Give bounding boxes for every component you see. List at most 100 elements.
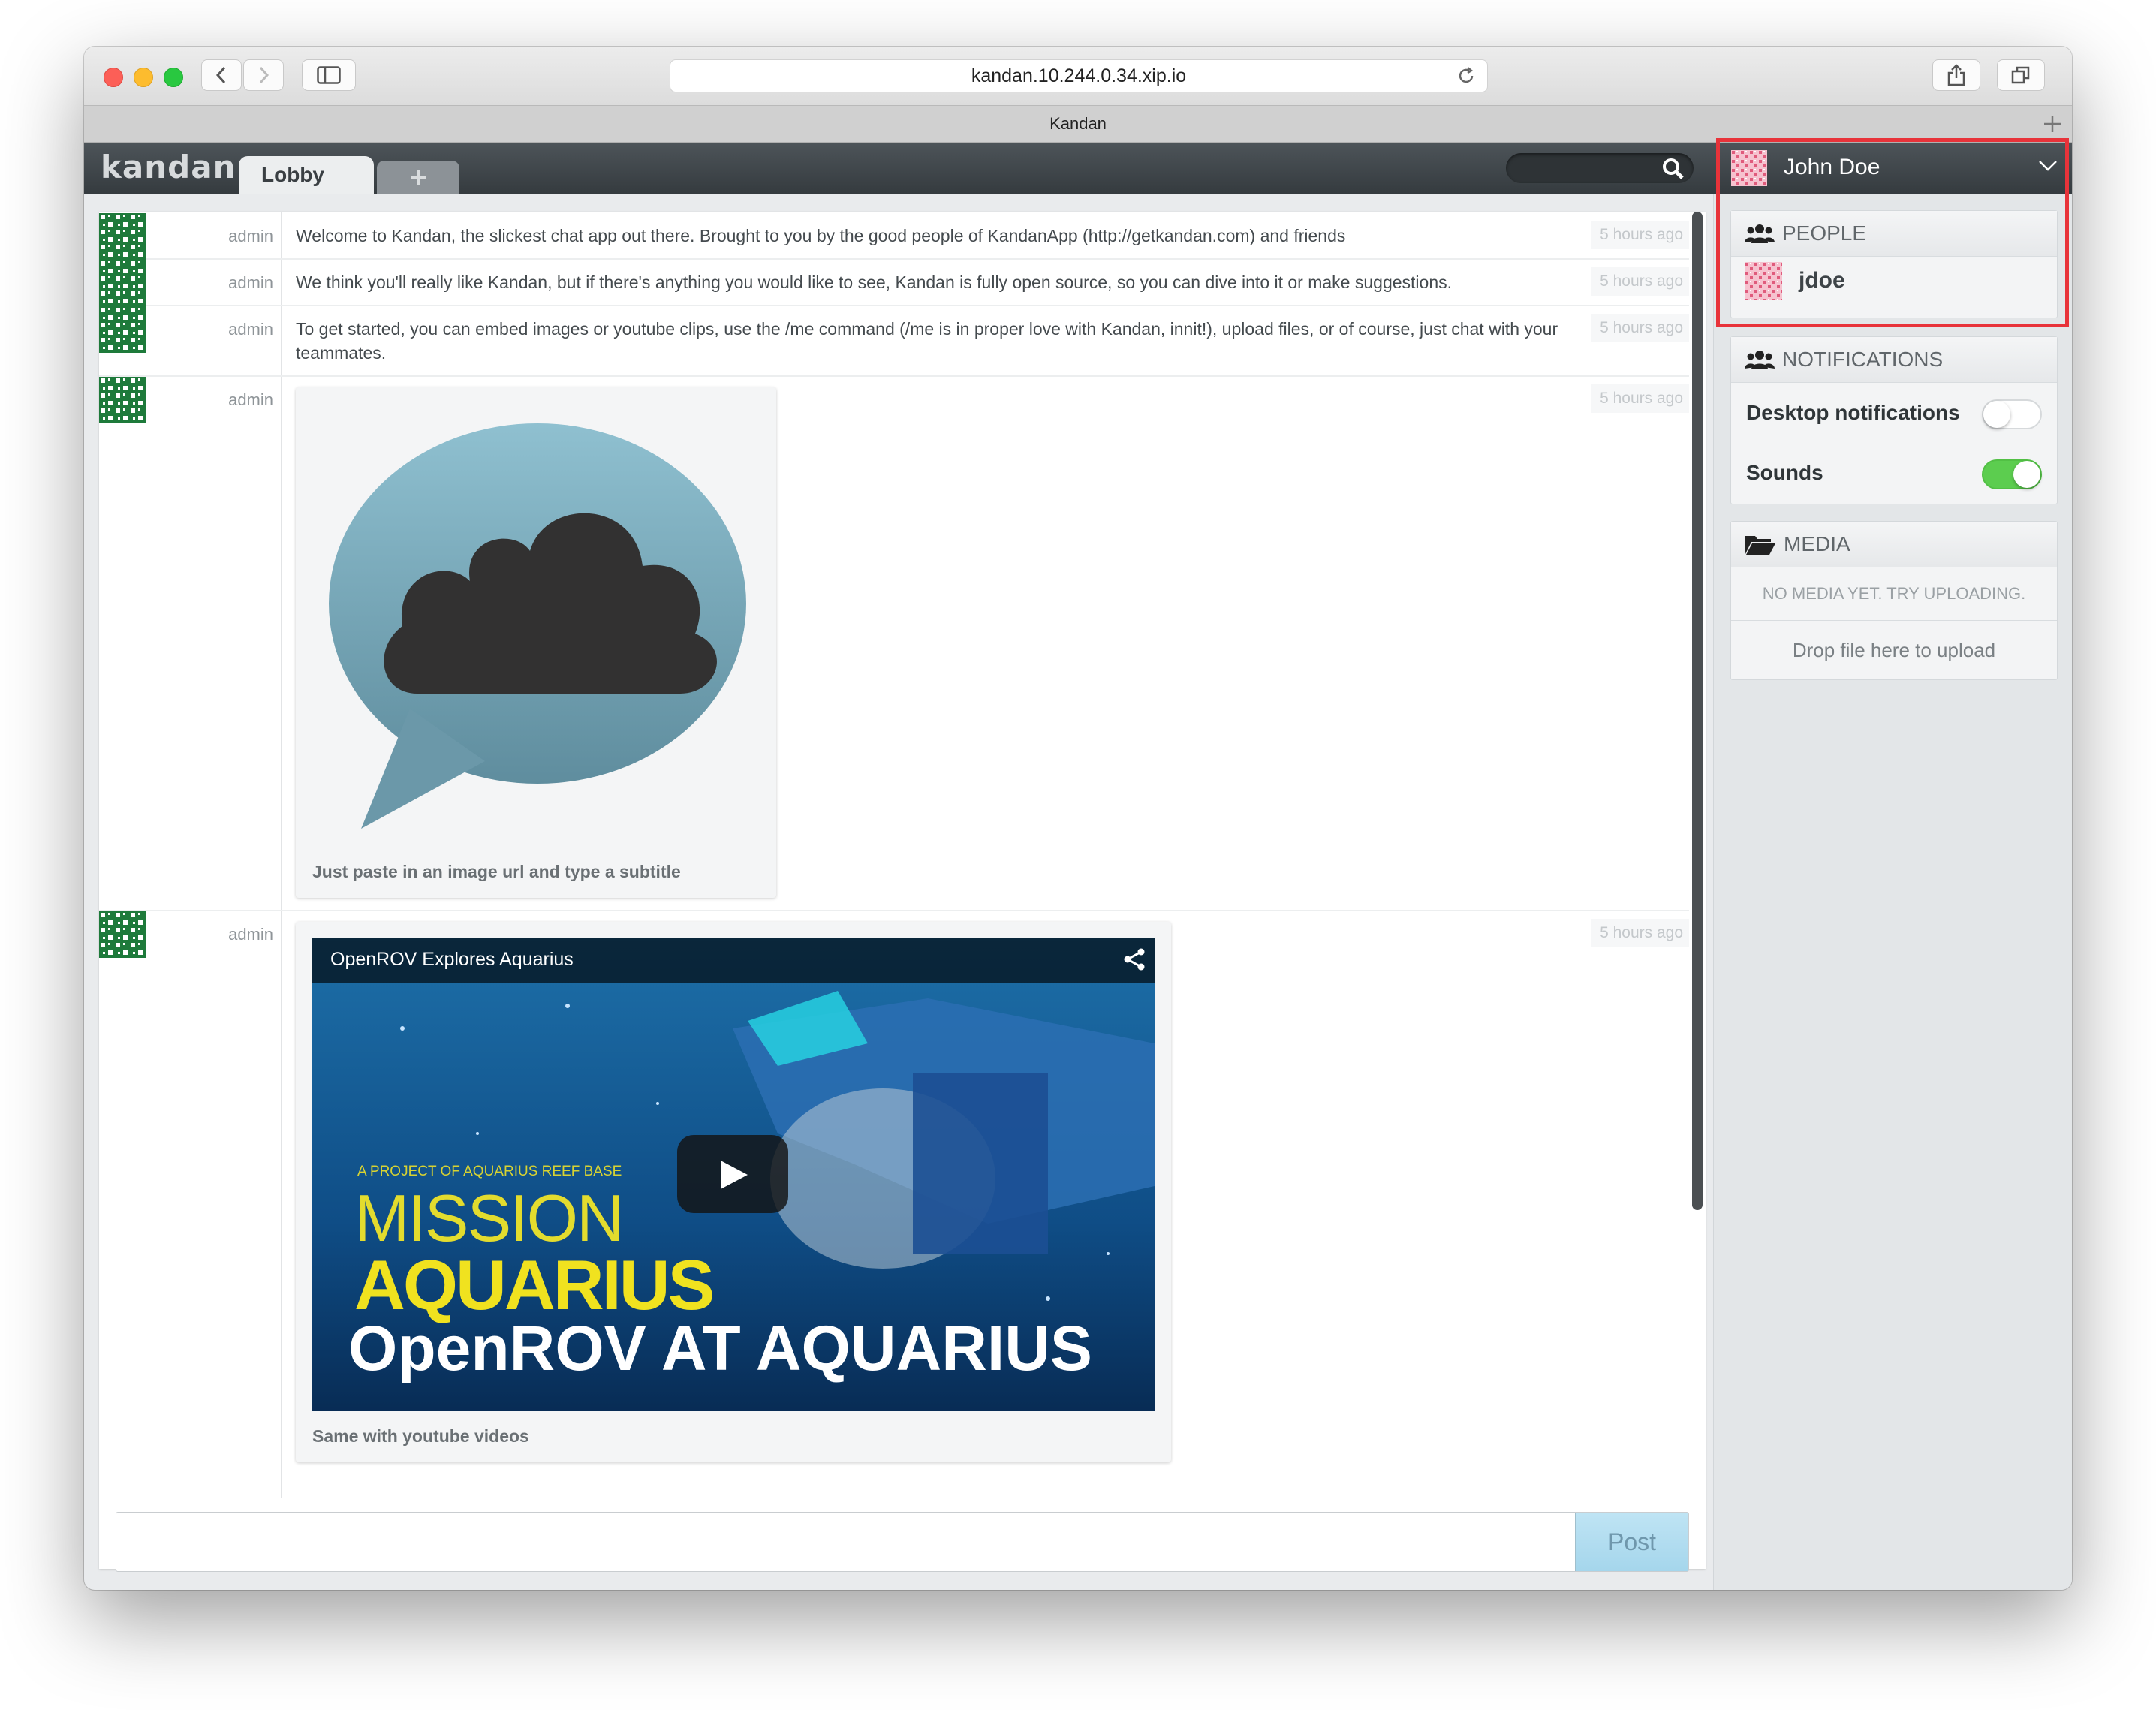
message-row: admin We think you'll really like Kandan… [99, 258, 1689, 306]
notifications-panel: NOTIFICATIONS Desktop notifications Soun… [1730, 336, 2058, 504]
chevron-right-icon [259, 66, 270, 84]
tab-lobby[interactable]: Lobby [239, 156, 374, 194]
message-composer: Post [116, 1512, 1689, 1572]
address-bar[interactable]: kandan.10.244.0.34.xip.io [670, 59, 1488, 92]
share-button[interactable] [1932, 59, 1980, 91]
chevron-left-icon [215, 66, 226, 84]
toggle-knob [1983, 401, 2010, 428]
message-timestamp: 5 hours ago [1591, 314, 1689, 342]
user-name: John Doe [1784, 155, 1880, 179]
reload-icon[interactable] [1456, 65, 1477, 86]
person-name: jdoe [1799, 268, 1845, 293]
sounds-label: Sounds [1746, 461, 1823, 484]
message-input[interactable] [116, 1513, 1573, 1570]
folder-icon [1745, 536, 1775, 555]
message-username: admin [228, 227, 273, 245]
chevron-down-icon[interactable] [2037, 159, 2058, 173]
message-scrollbar[interactable] [1692, 212, 1703, 1210]
media-title: MEDIA [1784, 532, 1850, 555]
sidebar-toggle-button[interactable] [302, 59, 356, 91]
browser-tab-strip: Kandan [84, 105, 2072, 143]
message-row: admin Welcome to Kandan, the slickest ch… [99, 212, 1689, 260]
back-button[interactable] [201, 59, 242, 91]
minimize-window-button[interactable] [134, 68, 153, 87]
avatar [99, 213, 146, 260]
image-embed[interactable]: Just paste in an image url and type a su… [296, 387, 776, 898]
video-overlay-subtitle: A PROJECT OF AQUARIUS REEF BASE [357, 1164, 622, 1179]
avatar [99, 911, 146, 958]
video-title[interactable]: OpenROV Explores Aquarius [330, 949, 574, 971]
user-avatar [1731, 150, 1767, 186]
message-timestamp: 5 hours ago [1591, 384, 1689, 413]
share-icon[interactable] [1123, 947, 1146, 971]
people-icon [1745, 224, 1775, 243]
forward-button[interactable] [243, 59, 284, 91]
search-input[interactable] [1506, 153, 1694, 183]
tab-lobby-label: Lobby [261, 163, 324, 186]
desktop-notifications-row: Desktop notifications [1731, 383, 2057, 443]
desktop-notifications-label: Desktop notifications [1746, 401, 1960, 424]
person-item[interactable]: jdoe [1731, 257, 2057, 305]
url-text: kandan.10.244.0.34.xip.io [971, 65, 1187, 86]
youtube-player[interactable]: OpenROV Explores Aquarius A PROJECT OF A… [312, 938, 1155, 1411]
message-row: admin 5 hours ago OpenROV Explores Aquar… [99, 910, 1689, 1498]
message-row: admin To get started, you can embed imag… [99, 305, 1689, 377]
plus-icon [411, 170, 426, 185]
chat-area: admin Welcome to Kandan, the slickest ch… [99, 212, 1706, 1572]
people-panel-header: PEOPLE [1731, 211, 2057, 257]
file-drop-zone[interactable]: Drop file here to upload [1731, 621, 2057, 679]
zoom-window-button[interactable] [164, 68, 183, 87]
media-panel: MEDIA NO MEDIA YET. TRY UPLOADING. Drop … [1730, 521, 2058, 680]
message-timestamp: 5 hours ago [1591, 267, 1689, 296]
post-button[interactable]: Post [1575, 1513, 1688, 1571]
browser-titlebar: kandan.10.244.0.34.xip.io [84, 47, 2072, 105]
message-row: admin 5 hours ago Just paste in an image… [99, 375, 1689, 911]
add-channel-tab[interactable] [377, 161, 459, 194]
avatar [99, 306, 146, 353]
media-empty-text: NO MEDIA YET. TRY UPLOADING. [1731, 567, 2057, 621]
message-username: admin [228, 273, 273, 292]
people-title: PEOPLE [1782, 221, 1867, 245]
message-list[interactable]: admin Welcome to Kandan, the slickest ch… [99, 212, 1689, 1498]
share-icon [1947, 64, 1965, 86]
browser-tab-title[interactable]: Kandan [1049, 114, 1107, 134]
browser-window: kandan.10.244.0.34.xip.io Kandan kandan … [84, 47, 2072, 1590]
message-text: Welcome to Kandan, the slickest chat app… [296, 226, 1346, 245]
kandan-app: kandan Lobby John Doe admin Welcome to K… [84, 138, 2072, 1590]
tab-overview-button[interactable] [1997, 59, 2045, 91]
notifications-panel-header: NOTIFICATIONS [1731, 337, 2057, 383]
right-sidebar: PEOPLE jdoe NOTIFICATIONS Desktop notifi… [1713, 194, 2072, 1590]
play-icon [721, 1161, 748, 1189]
message-timestamp: 5 hours ago [1591, 919, 1689, 947]
tabs-icon [2011, 66, 2030, 84]
notifications-title: NOTIFICATIONS [1782, 348, 1944, 371]
video-caption: Same with youtube videos [312, 1426, 529, 1446]
message-text: We think you'll really like Kandan, but … [296, 272, 1453, 292]
sounds-row: Sounds [1731, 443, 2057, 503]
message-text: To get started, you can embed images or … [296, 319, 1558, 363]
sidebar-icon [317, 66, 341, 84]
app-navbar: kandan Lobby [84, 143, 1713, 194]
people-panel: PEOPLE jdoe [1730, 210, 2058, 318]
user-menu[interactable]: John Doe [1713, 143, 2072, 194]
search-icon[interactable] [1662, 158, 1685, 180]
toggle-knob [2013, 461, 2040, 488]
avatar [99, 260, 146, 306]
message-username: admin [228, 390, 273, 409]
avatar [1745, 262, 1782, 300]
new-tab-icon[interactable] [2042, 113, 2063, 134]
image-caption: Just paste in an image url and type a su… [312, 862, 681, 881]
sounds-toggle[interactable] [1982, 459, 2042, 489]
avatar [99, 377, 146, 423]
video-embed[interactable]: OpenROV Explores Aquarius A PROJECT OF A… [296, 922, 1171, 1462]
video-overlay-openrov: OpenROV AT AQUARIUS [348, 1313, 1092, 1383]
media-panel-header: MEDIA [1731, 522, 2057, 567]
desktop-notifications-toggle[interactable] [1982, 399, 2042, 429]
play-button[interactable] [677, 1135, 788, 1213]
app-logo: kandan [101, 149, 236, 185]
message-username: admin [228, 320, 273, 339]
close-window-button[interactable] [104, 68, 123, 87]
message-username: admin [228, 925, 273, 944]
people-icon [1745, 351, 1775, 369]
kandan-cloud-image [329, 423, 746, 829]
